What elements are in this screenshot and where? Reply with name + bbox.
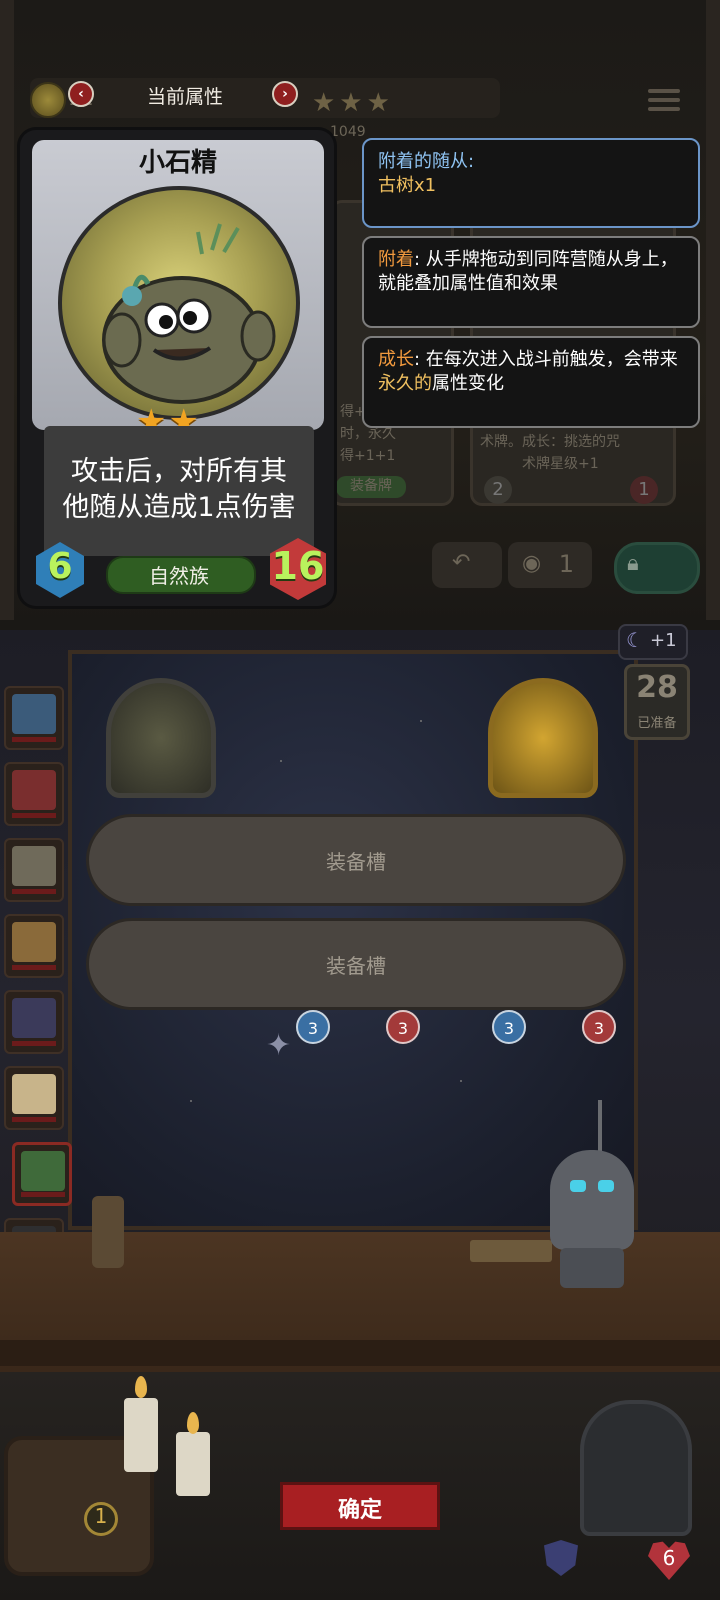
opponent-slot-5[interactable] (4, 990, 64, 1054)
moon-bonus: +1 (650, 630, 677, 651)
confirm-button-label: 确定 (337, 1498, 382, 1523)
page-title: 当前属性 (146, 86, 223, 108)
lock-icon: 🔒︎ (627, 551, 639, 576)
flame-icon (135, 1376, 147, 1398)
card-name: 小石精 (138, 148, 217, 178)
rock-creature-illustration (102, 223, 276, 404)
opponent-slot-2[interactable] (4, 762, 64, 826)
moon-icon: ☾ (626, 628, 644, 652)
prev-attribute-button[interactable]: ‹ (68, 81, 94, 107)
lock-button[interactable]: 🔒︎ (614, 542, 700, 594)
token-icon: ◉ (522, 551, 542, 576)
refresh-count: 1 (558, 550, 574, 578)
board-minion-1-attack: 3 (296, 1010, 330, 1044)
background-card-2-left-badge: 2 (484, 476, 512, 504)
star-dot (190, 1100, 192, 1102)
star-dot (460, 1080, 462, 1082)
equipment-slot-2-label: 装备槽 (326, 954, 386, 978)
undo-button[interactable]: ↶ (432, 542, 502, 588)
card-description-line-1: 攻击后，对所有其 (71, 456, 287, 487)
opponent-slot-4[interactable] (4, 914, 64, 978)
twinkle-star-icon: ✦ (266, 1028, 292, 1063)
grow-highlight: 永久的 (378, 373, 432, 394)
desk-edge (0, 1340, 720, 1366)
robot-antenna (598, 1100, 602, 1152)
menu-icon[interactable] (648, 84, 680, 112)
background-card-1-text-3: 得+1+1 (340, 448, 396, 464)
attack-value: 6 (47, 546, 73, 587)
background-card-2-text-1: 术牌。成长：挑选的咒 (480, 434, 620, 450)
chest-count: 1 (94, 1504, 108, 1528)
candle-icon (176, 1432, 210, 1496)
ready-count: 28 (636, 670, 678, 705)
grow-keyword-panel: 成长: 在每次进入战斗前触发，会带来永久的属性变化 (362, 336, 700, 428)
attach-keyword: 附着 (378, 249, 414, 270)
board-minion-gold[interactable] (488, 678, 598, 798)
star-dot (420, 720, 422, 722)
star-dot (280, 760, 282, 762)
background-card-2-text-2: 术牌星级+1 (522, 456, 599, 472)
board-minion-1-health: 3 (386, 1010, 420, 1044)
grow-description-2: 属性变化 (432, 373, 504, 394)
robot-character (550, 1150, 634, 1250)
robot-eye-icon (570, 1180, 586, 1192)
opponent-slot-1[interactable] (4, 686, 64, 750)
grow-keyword: 成长 (378, 349, 414, 370)
hourglass-icon (92, 1196, 124, 1268)
next-attribute-button[interactable]: › (272, 81, 298, 107)
background-number: 1049 (330, 124, 366, 140)
card-description-line-2: 他随从造成1点伤害 (62, 492, 296, 523)
board-minion-2-health: 3 (582, 1010, 616, 1044)
attach-description: : 从手牌拖动到同阵营随从身上，就能叠加属性值和效果 (378, 249, 678, 294)
coin-icon (30, 82, 66, 118)
health-value: 16 (271, 544, 325, 588)
tribe-label: 自然族 (149, 564, 209, 588)
background-card-1-badge: 装备牌 (336, 476, 406, 498)
opponent-slot-3[interactable] (4, 838, 64, 902)
book-icon (470, 1240, 552, 1262)
card-portrait (58, 186, 300, 420)
attached-minions-panel: 附着的随从: 古树x1 (362, 138, 700, 228)
robot-legs (560, 1248, 624, 1288)
board-minion-rock[interactable] (106, 678, 216, 798)
candle-icon (124, 1398, 158, 1472)
hero-portrait[interactable] (580, 1400, 692, 1536)
board-minion-2-attack: 3 (492, 1010, 526, 1044)
card-description: 攻击后，对所有其 他随从造成1点伤害 (44, 454, 314, 526)
undo-icon: ↶ (452, 550, 471, 575)
attached-value: 古树x1 (378, 175, 437, 196)
opponent-slot-7-active[interactable] (12, 1142, 72, 1206)
opponent-slot-6[interactable] (4, 1066, 64, 1130)
equipment-slot-1-label: 装备槽 (326, 850, 386, 874)
tavern-star-rating: ★★★ (312, 88, 394, 118)
attached-label: 附着的随从: (378, 151, 475, 172)
background-card-2-right-badge: 1 (630, 476, 658, 504)
header-bar (30, 78, 500, 118)
flame-icon (187, 1412, 199, 1434)
refresh-count-button[interactable]: ◉ 1 (508, 542, 592, 588)
ready-label: 已准备 (637, 716, 677, 731)
hero-health: 6 (662, 1546, 676, 1570)
robot-eye-icon (598, 1180, 614, 1192)
attach-keyword-panel: 附着: 从手牌拖动到同阵营随从身上，就能叠加属性值和效果 (362, 236, 700, 328)
grow-description-1: : 在每次进入战斗前触发，会带来 (414, 349, 678, 370)
